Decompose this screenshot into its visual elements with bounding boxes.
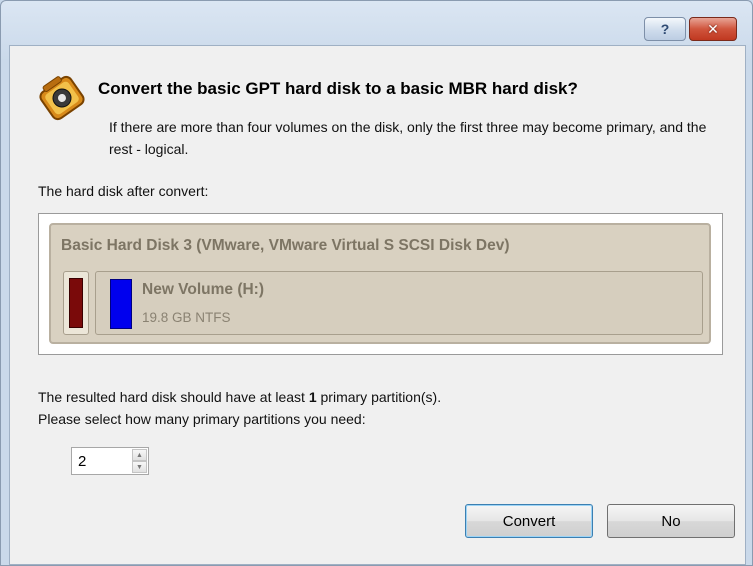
preview-section-label: The hard disk after convert: (38, 183, 209, 199)
convert-button[interactable]: Convert (465, 504, 593, 538)
close-button[interactable]: ✕ (689, 17, 737, 41)
requirement-suffix: primary partition(s). (316, 389, 442, 405)
disk-title: Basic Hard Disk 3 (VMware, VMware Virtua… (61, 237, 510, 254)
no-button[interactable]: No (607, 504, 735, 538)
disk-legend-block (63, 271, 89, 335)
disk-converter-icon (39, 75, 85, 121)
requirement-count: 1 (308, 389, 317, 405)
partition-color-bar (110, 279, 132, 329)
partition-count-prompt: Please select how many primary partition… (38, 411, 366, 427)
help-button[interactable]: ? (644, 17, 686, 41)
disk-legend-bar (69, 278, 83, 328)
stepper-value[interactable]: 2 (78, 453, 86, 470)
requirement-text: The resulted hard disk should have at le… (38, 389, 441, 405)
dialog-content: Convert the basic GPT hard disk to a bas… (9, 45, 746, 565)
dialog-window: ? ✕ Convert the basic GPT hard disk to a… (0, 0, 753, 566)
stepper-buttons: ▲ ▼ (132, 449, 147, 473)
dialog-heading: Convert the basic GPT hard disk to a bas… (98, 79, 578, 98)
title-bar: ? ✕ (1, 1, 752, 45)
requirement-prefix: The resulted hard disk should have at le… (38, 389, 309, 405)
partition-name: New Volume (H:) (142, 281, 264, 298)
dialog-description: If there are more than four volumes on t… (109, 119, 707, 157)
partition-block[interactable]: New Volume (H:) 19.8 GB NTFS (95, 271, 703, 335)
stepper-up-icon[interactable]: ▲ (132, 449, 147, 461)
primary-partitions-stepper[interactable]: 2 ▲ ▼ (71, 447, 149, 475)
stepper-down-icon[interactable]: ▼ (132, 461, 147, 473)
disk-preview-frame: Basic Hard Disk 3 (VMware, VMware Virtua… (38, 213, 723, 355)
disk-panel: Basic Hard Disk 3 (VMware, VMware Virtua… (49, 223, 711, 344)
partition-info: 19.8 GB NTFS (142, 310, 231, 325)
